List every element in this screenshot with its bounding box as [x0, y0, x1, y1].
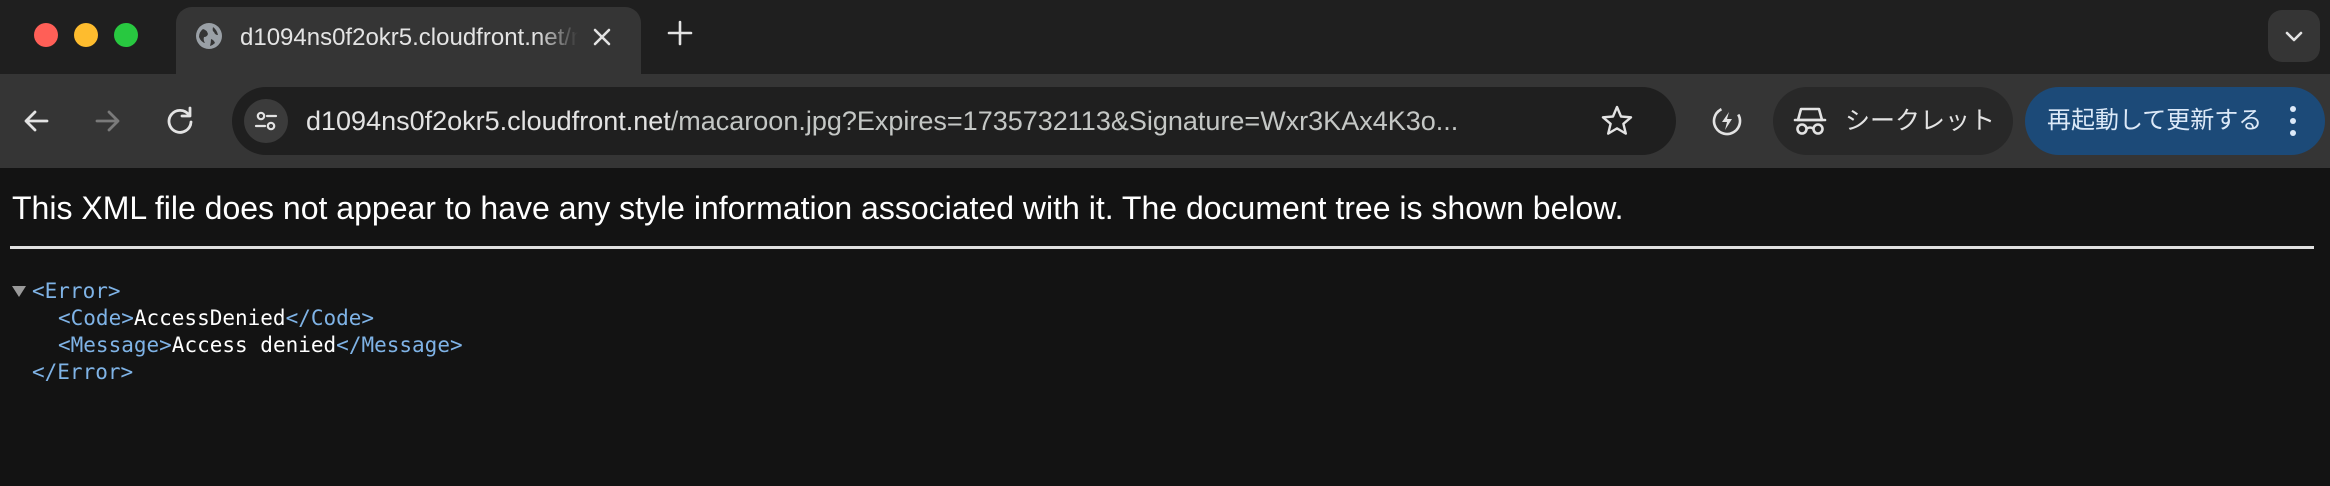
performance-bolt-icon[interactable]: [1708, 102, 1746, 140]
relaunch-label: 再起動して更新する: [2047, 107, 2263, 134]
xml-tag-code-close: </Code>: [285, 306, 375, 330]
xml-tag-message-close: </Message>: [336, 333, 463, 357]
url-host: d1094ns0f2okr5.cloudfront.net: [306, 106, 671, 136]
tab-title: d1094ns0f2okr5.cloudfront.net/macaroon.j…: [240, 24, 578, 51]
xml-root-open-line: <Error>: [12, 278, 912, 305]
globe-icon: [196, 23, 222, 49]
xml-message-line: <Message>Access denied</Message>: [12, 332, 912, 359]
xml-root-close-line: </Error>: [12, 359, 912, 386]
star-icon[interactable]: [1600, 104, 1634, 138]
xml-tag-error-open: <Error>: [32, 279, 121, 303]
tab-strip: d1094ns0f2okr5.cloudfront.net/macaroon.j…: [0, 0, 2330, 74]
xml-tag-message-open: <Message>: [58, 333, 172, 357]
tab-search-button[interactable]: [2268, 10, 2320, 62]
back-arrow-icon[interactable]: [16, 100, 58, 142]
site-settings-icon: [254, 111, 278, 131]
incognito-label: シークレット: [1845, 107, 1996, 135]
url-text: d1094ns0f2okr5.cloudfront.net/macaroon.j…: [306, 103, 1806, 139]
window-minimize-button[interactable]: [74, 23, 98, 47]
address-bar[interactable]: d1094ns0f2okr5.cloudfront.net/macaroon.j…: [232, 87, 1676, 155]
incognito-button[interactable]: シークレット: [1773, 87, 2013, 155]
toolbar: d1094ns0f2okr5.cloudfront.net/macaroon.j…: [0, 74, 2330, 168]
page-content: This XML file does not appear to have an…: [0, 168, 2330, 486]
chevron-down-icon: [2285, 31, 2303, 42]
more-vertical-icon[interactable]: [2287, 103, 2299, 139]
xml-style-info-message: This XML file does not appear to have an…: [12, 190, 1624, 226]
close-icon[interactable]: [590, 25, 614, 49]
relaunch-to-update-button[interactable]: 再起動して更新する: [2025, 87, 2325, 155]
xml-code-value: AccessDenied: [133, 306, 286, 330]
xml-tag-error-close: </Error>: [32, 360, 134, 384]
collapse-triangle-icon[interactable]: [12, 286, 26, 297]
xml-tag-code-open: <Code>: [58, 306, 134, 330]
xml-code-line: <Code>AccessDenied</Code>: [12, 305, 912, 332]
plus-icon[interactable]: [666, 19, 694, 47]
tab-active[interactable]: d1094ns0f2okr5.cloudfront.net/macaroon.j…: [176, 7, 641, 74]
window-close-button[interactable]: [34, 23, 58, 47]
url-path: /macaroon.jpg?Expires=1735732113&Signatu…: [670, 106, 1459, 136]
xml-tree: <Error> <Code>AccessDenied</Code> <Messa…: [12, 278, 912, 386]
incognito-icon: [1793, 107, 1827, 135]
window-maximize-button[interactable]: [114, 23, 138, 47]
forward-arrow-icon[interactable]: [86, 100, 128, 142]
divider: [10, 246, 2314, 249]
reload-icon[interactable]: [159, 100, 201, 142]
site-info-button[interactable]: [244, 99, 288, 143]
xml-message-value: Access denied: [171, 333, 337, 357]
